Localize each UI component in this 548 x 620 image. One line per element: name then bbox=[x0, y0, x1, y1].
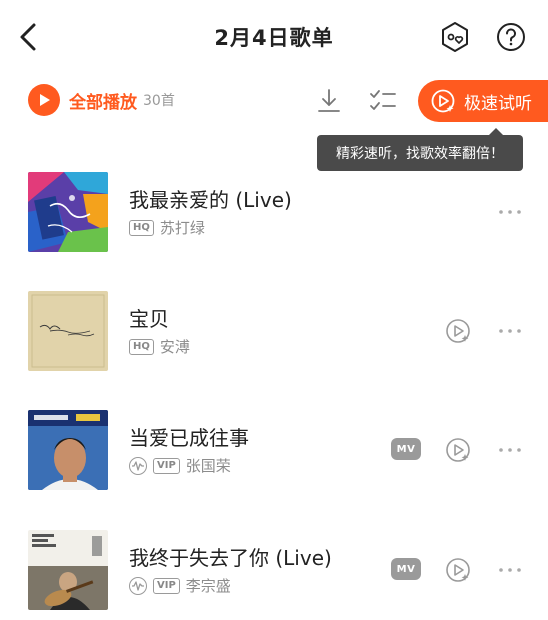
album-cover bbox=[28, 530, 108, 610]
preview-play-icon bbox=[446, 558, 470, 582]
original-sound-badge bbox=[129, 576, 147, 595]
song-title: 宝贝 bbox=[129, 307, 169, 331]
tooltip-text: 精彩速听，找歌效率翻倍！ bbox=[336, 146, 504, 162]
play-all-label: 全部播放 bbox=[69, 92, 137, 113]
more-options-button[interactable] bbox=[497, 200, 523, 224]
song-title: 我终于失去了你 (Live) bbox=[129, 546, 332, 570]
album-cover bbox=[28, 410, 108, 490]
more-options-button[interactable] bbox=[497, 438, 523, 462]
song-meta: HQ 安溥 bbox=[129, 336, 190, 357]
multi-select-icon bbox=[370, 90, 396, 110]
multi-select-button[interactable] bbox=[368, 86, 398, 116]
song-row[interactable]: 当爱已成往事 VIP 张国荣 MV bbox=[0, 410, 548, 510]
mv-icon: MV bbox=[391, 438, 421, 460]
download-icon bbox=[318, 89, 340, 112]
preview-button[interactable] bbox=[444, 317, 472, 345]
song-meta: HQ 苏打绿 bbox=[129, 217, 205, 238]
fast-listen-icon bbox=[431, 89, 455, 113]
header-bar: 2月4日歌单 bbox=[0, 0, 548, 76]
more-options-button[interactable] bbox=[497, 558, 523, 582]
preview-button[interactable] bbox=[444, 556, 472, 584]
more-dots-icon bbox=[499, 448, 521, 452]
mv-icon: MV bbox=[391, 558, 421, 580]
play-icon bbox=[28, 84, 60, 116]
fast-listen-tooltip: 精彩速听，找歌效率翻倍！ bbox=[317, 128, 523, 171]
mv-button[interactable]: MV bbox=[391, 438, 421, 460]
song-title: 当爱已成往事 bbox=[129, 426, 249, 450]
song-artist: 张国荣 bbox=[185, 457, 231, 475]
preview-play-icon bbox=[446, 438, 470, 462]
hq-badge: HQ bbox=[129, 219, 154, 236]
question-circle-icon bbox=[497, 23, 525, 51]
song-title: 我最亲爱的 (Live) bbox=[129, 188, 292, 212]
toolbar: 全部播放 30首 极速试听 bbox=[0, 78, 548, 126]
fast-listen-button[interactable]: 极速试听 bbox=[418, 80, 548, 122]
hq-badge: HQ bbox=[129, 338, 154, 355]
song-artist: 苏打绿 bbox=[159, 219, 205, 237]
mv-button[interactable]: MV bbox=[391, 558, 421, 580]
original-sound-badge bbox=[129, 456, 147, 475]
vip-badge: VIP bbox=[153, 457, 180, 474]
fast-listen-label: 极速试听 bbox=[464, 93, 532, 114]
song-count: 30首 bbox=[143, 93, 175, 109]
song-meta: VIP 张国荣 bbox=[129, 455, 231, 476]
album-cover bbox=[28, 291, 108, 371]
play-all-button[interactable]: 全部播放 30首 bbox=[28, 84, 175, 116]
vip-badge: VIP bbox=[153, 577, 180, 594]
download-button[interactable] bbox=[314, 86, 344, 116]
song-meta: VIP 李宗盛 bbox=[129, 575, 231, 596]
waveform-icon bbox=[132, 580, 144, 591]
waveform-icon bbox=[132, 460, 144, 471]
preview-play-icon bbox=[446, 319, 470, 343]
more-options-button[interactable] bbox=[497, 319, 523, 343]
song-row[interactable]: 宝贝 HQ 安溥 bbox=[0, 291, 548, 391]
help-button[interactable] bbox=[494, 20, 528, 54]
song-artist: 安溥 bbox=[159, 338, 190, 356]
more-dots-icon bbox=[499, 329, 521, 333]
song-row[interactable]: 我终于失去了你 (Live) VIP 李宗盛 MV bbox=[0, 530, 548, 620]
more-dots-icon bbox=[499, 568, 521, 572]
preview-button[interactable] bbox=[444, 436, 472, 464]
skin-button[interactable] bbox=[438, 20, 472, 54]
skin-hexagon-icon bbox=[442, 22, 468, 52]
more-dots-icon bbox=[499, 210, 521, 214]
song-artist: 李宗盛 bbox=[185, 577, 231, 595]
song-row[interactable]: 我最亲爱的 (Live) HQ 苏打绿 bbox=[0, 172, 548, 272]
album-cover bbox=[28, 172, 108, 252]
